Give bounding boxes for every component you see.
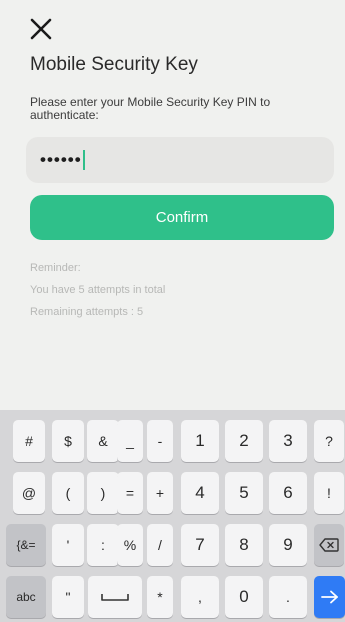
enter-arrow-icon <box>320 590 338 604</box>
key-period[interactable]: . <box>269 576 307 618</box>
key-enter[interactable] <box>314 576 345 618</box>
key-2[interactable]: 2 <box>225 420 263 462</box>
key-3[interactable]: 3 <box>269 420 307 462</box>
key-more-symbols[interactable]: {&= <box>6 524 46 566</box>
key-quote[interactable]: " <box>52 576 84 618</box>
reminder-heading: Reminder: <box>30 262 81 274</box>
key-plus[interactable]: + <box>147 472 173 514</box>
key-asterisk[interactable]: * <box>147 576 173 618</box>
key-backspace[interactable] <box>314 524 344 566</box>
key-9[interactable]: 9 <box>269 524 307 566</box>
key-abc[interactable]: abc <box>6 576 46 618</box>
key-minus[interactable]: - <box>147 420 173 462</box>
key-comma[interactable]: , <box>181 576 219 618</box>
screen: Mobile Security Key Please enter your Mo… <box>0 0 345 622</box>
key-0[interactable]: 0 <box>225 576 263 618</box>
attempts-remaining-text: Remaining attempts : 5 <box>30 306 144 318</box>
pin-input-value: •••••• <box>40 150 82 169</box>
confirm-button[interactable]: Confirm <box>30 195 334 240</box>
key-ampersand[interactable]: & <box>87 420 119 462</box>
key-exclamation[interactable]: ! <box>314 472 344 514</box>
pin-instructions: Please enter your Mobile Security Key PI… <box>30 95 271 122</box>
pin-input[interactable]: •••••• <box>26 137 334 183</box>
key-colon[interactable]: : <box>87 524 119 566</box>
auth-panel: Mobile Security Key Please enter your Mo… <box>0 0 345 410</box>
key-dollar[interactable]: $ <box>52 420 84 462</box>
symbol-keyboard: # $ & _ - 1 2 3 ? @ ( ) = + 4 5 6 ! {&= … <box>0 410 345 622</box>
key-close-paren[interactable]: ) <box>87 472 119 514</box>
text-caret <box>82 150 85 170</box>
key-apostrophe[interactable]: ' <box>52 524 84 566</box>
key-hash[interactable]: # <box>13 420 45 462</box>
key-8[interactable]: 8 <box>225 524 263 566</box>
key-question[interactable]: ? <box>314 420 344 462</box>
key-1[interactable]: 1 <box>181 420 219 462</box>
key-slash[interactable]: / <box>147 524 173 566</box>
key-4[interactable]: 4 <box>181 472 219 514</box>
key-at[interactable]: @ <box>13 472 45 514</box>
page-title: Mobile Security Key <box>30 54 198 75</box>
key-6[interactable]: 6 <box>269 472 307 514</box>
key-space[interactable] <box>88 576 142 618</box>
backspace-icon <box>319 538 339 552</box>
close-icon <box>30 18 52 40</box>
key-equals[interactable]: = <box>117 472 143 514</box>
attempts-total-text: You have 5 attempts in total <box>30 284 166 296</box>
key-open-paren[interactable]: ( <box>52 472 84 514</box>
key-7[interactable]: 7 <box>181 524 219 566</box>
key-percent[interactable]: % <box>117 524 143 566</box>
close-button[interactable] <box>26 14 56 44</box>
key-underscore[interactable]: _ <box>117 420 143 462</box>
space-bar-icon <box>101 594 129 601</box>
key-5[interactable]: 5 <box>225 472 263 514</box>
